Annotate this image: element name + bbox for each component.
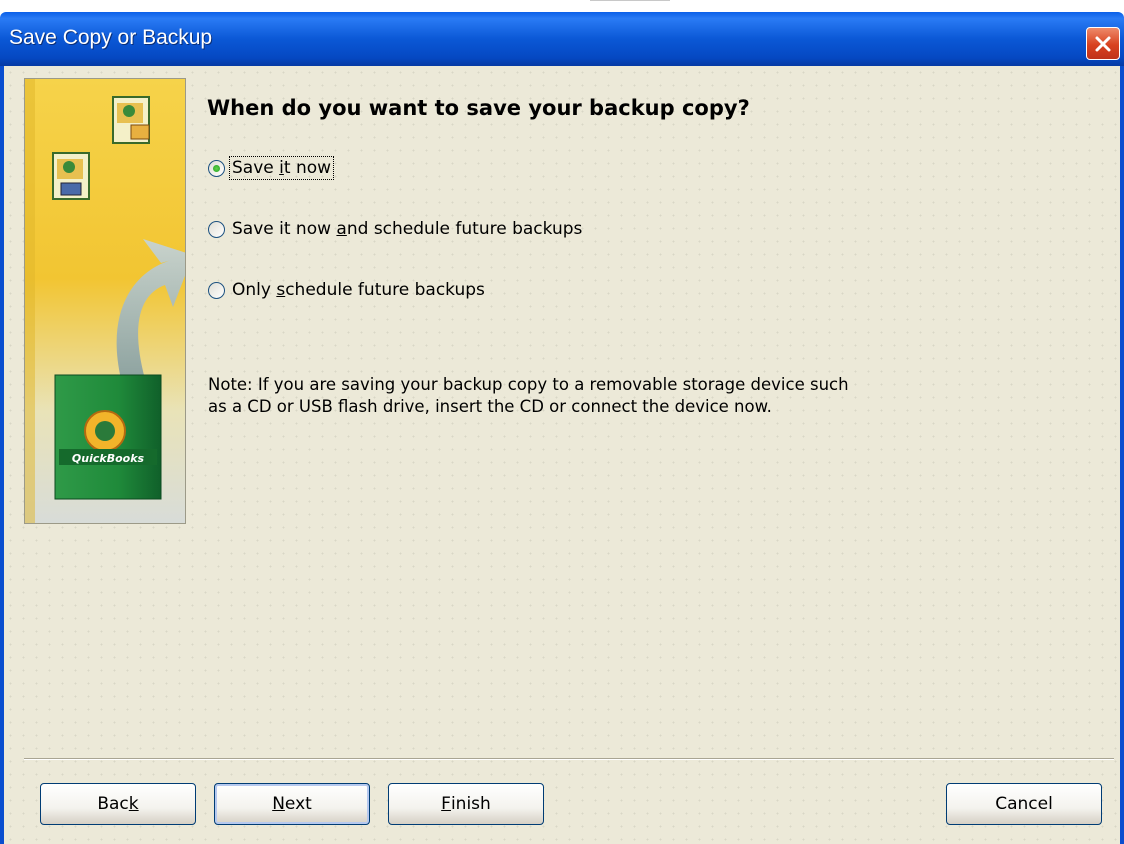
- quickbooks-box-icon: QuickBooks: [54, 374, 162, 500]
- background-app-strip: [0, 0, 1124, 12]
- window-title: Save Copy or Backup: [9, 26, 213, 49]
- option-save-now[interactable]: Save it now: [208, 156, 335, 180]
- option-only-schedule-label[interactable]: Only schedule future backups: [230, 279, 487, 301]
- button-separator: [24, 758, 1114, 760]
- radio-save-now[interactable]: [208, 159, 225, 177]
- close-icon: [1095, 36, 1111, 52]
- dialog-body: QuickBooks When do you want to save your…: [0, 66, 1124, 844]
- option-save-and-schedule[interactable]: Save it now and schedule future backups: [208, 217, 584, 241]
- option-save-now-label[interactable]: Save it now: [228, 156, 335, 180]
- finish-button[interactable]: Finish: [388, 783, 544, 825]
- title-bar[interactable]: Save Copy or Backup: [0, 12, 1124, 66]
- backup-file-icon: [52, 152, 90, 200]
- option-save-and-schedule-label[interactable]: Save it now and schedule future backups: [230, 218, 584, 240]
- option-only-schedule[interactable]: Only schedule future backups: [208, 278, 487, 302]
- removable-device-note: Note: If you are saving your backup copy…: [208, 374, 988, 418]
- restore-file-icon: [112, 96, 150, 144]
- cancel-button[interactable]: Cancel: [946, 783, 1102, 825]
- next-button[interactable]: Next: [214, 783, 370, 825]
- radio-only-schedule[interactable]: [208, 281, 225, 299]
- note-line-1: Note: If you are saving your backup copy…: [208, 375, 849, 394]
- backup-dialog: Save Copy or Backup QuickBooks When do y…: [0, 12, 1124, 844]
- svg-text:QuickBooks: QuickBooks: [72, 452, 145, 465]
- page-heading: When do you want to save your backup cop…: [207, 96, 750, 120]
- radio-save-and-schedule[interactable]: [208, 220, 225, 238]
- close-button[interactable]: [1086, 27, 1120, 60]
- wizard-side-image: QuickBooks: [24, 78, 186, 524]
- note-line-2: as a CD or USB flash drive, insert the C…: [208, 397, 772, 416]
- back-button[interactable]: Bac k: [40, 783, 196, 825]
